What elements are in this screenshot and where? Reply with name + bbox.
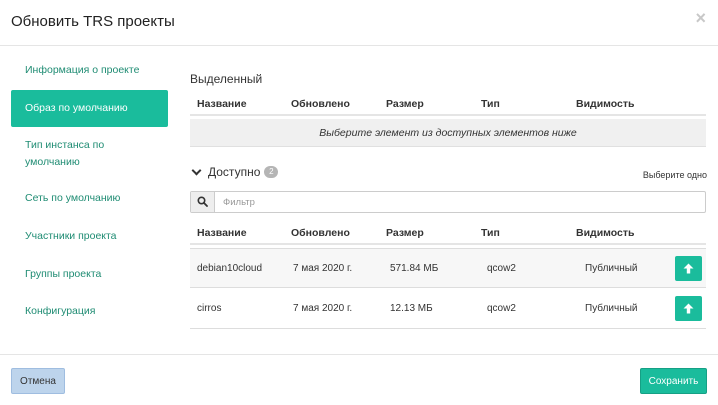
available-table-header: Название Обновлено Размер Тип Видимость	[190, 221, 706, 245]
selected-table-header: Название Обновлено Размер Тип Видимость	[190, 92, 706, 116]
column-header-visibility: Видимость	[576, 98, 635, 110]
save-button[interactable]: Сохранить	[640, 368, 707, 394]
modal-title: Обновить TRS проекты	[11, 13, 175, 30]
column-header-size: Размер	[386, 227, 424, 239]
nav-item-label: Информация о проекте	[25, 64, 140, 76]
close-icon[interactable]: ×	[695, 9, 706, 27]
nav-item-configuration[interactable]: Конфигурация	[11, 303, 168, 320]
cell-visibility: Публичный	[585, 303, 638, 314]
column-header-updated: Обновлено	[291, 227, 350, 239]
nav-item-project-members[interactable]: Участники проекта	[11, 228, 168, 245]
chevron-down-icon	[191, 165, 202, 176]
column-header-type: Тип	[481, 98, 500, 110]
nav-item-label: Тип инстанса по умолчанию	[25, 139, 105, 168]
nav-item-default-image[interactable]: Образ по умолчанию	[11, 90, 168, 127]
nav-item-default-flavor[interactable]: Тип инстанса по умолчанию	[11, 137, 121, 171]
cell-updated: 7 мая 2020 г.	[293, 303, 353, 314]
nav-item-label: Образ по умолчанию	[25, 102, 128, 114]
available-count-badge: 2	[264, 166, 279, 178]
column-header-updated: Обновлено	[291, 98, 350, 110]
filter-box	[190, 191, 706, 213]
cell-updated: 7 мая 2020 г.	[293, 263, 353, 274]
nav-item-label: Сеть по умолчанию	[25, 192, 121, 204]
allocate-button[interactable]	[675, 256, 702, 281]
column-header-name: Название	[197, 227, 247, 239]
nav-item-label: Группы проекта	[25, 268, 102, 280]
available-section-toggle[interactable]: Доступно 2	[190, 164, 279, 180]
nav-item-default-network[interactable]: Сеть по умолчанию	[11, 190, 168, 207]
wizard-nav: Информация о проекте Образ по умолчанию …	[11, 56, 168, 320]
modal-header: Обновить TRS проекты ×	[0, 0, 718, 46]
allocate-button[interactable]	[675, 296, 702, 321]
selected-empty-message: Выберите элемент из доступных элементов …	[190, 119, 706, 147]
filter-input[interactable]	[217, 193, 697, 211]
nav-item-label: Участники проекта	[25, 230, 117, 242]
cell-visibility: Публичный	[585, 263, 638, 274]
column-header-type: Тип	[481, 227, 500, 239]
choose-one-hint: Выберите одно	[642, 170, 707, 180]
nav-item-project-groups[interactable]: Группы проекта	[11, 266, 168, 283]
modal-footer: Отмена Сохранить	[0, 354, 718, 405]
search-icon	[197, 196, 208, 207]
table-row: cirros 7 мая 2020 г. 12.13 МБ qcow2 Публ…	[190, 289, 706, 329]
update-trs-projects-dialog: Обновить TRS проекты × Информация о прое…	[0, 0, 718, 405]
column-header-name: Название	[197, 98, 247, 110]
cell-size: 12.13 МБ	[390, 303, 433, 314]
cancel-button[interactable]: Отмена	[11, 368, 65, 394]
cell-type: qcow2	[487, 303, 516, 314]
cell-name: debian10cloud	[197, 263, 263, 274]
selected-section-title: Выделенный	[190, 72, 263, 86]
table-row: debian10cloud 7 мая 2020 г. 571.84 МБ qc…	[190, 248, 706, 288]
column-header-size: Размер	[386, 98, 424, 110]
cell-size: 571.84 МБ	[390, 263, 439, 274]
nav-item-label: Конфигурация	[25, 305, 96, 317]
arrow-up-icon	[683, 303, 694, 314]
search-button[interactable]	[191, 192, 215, 212]
column-header-visibility: Видимость	[576, 227, 635, 239]
nav-item-project-info[interactable]: Информация о проекте	[11, 62, 168, 79]
arrow-up-icon	[683, 263, 694, 274]
available-section-title: Доступно	[208, 165, 261, 179]
cell-name: cirros	[197, 303, 222, 314]
cell-type: qcow2	[487, 263, 516, 274]
